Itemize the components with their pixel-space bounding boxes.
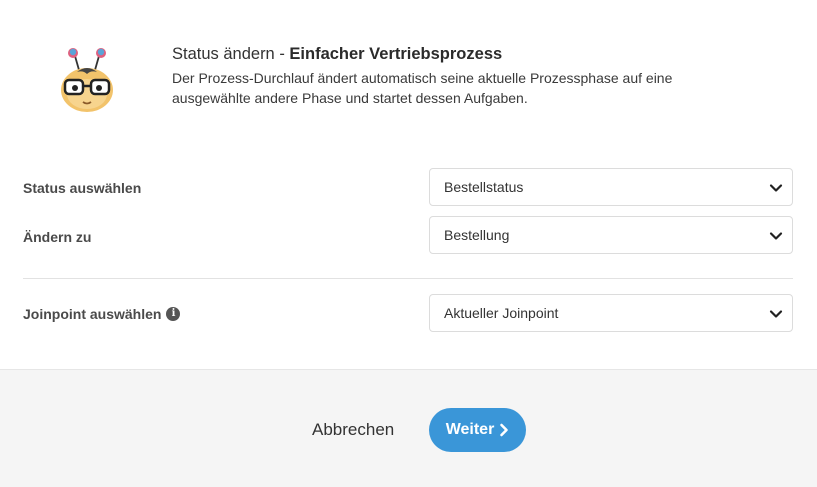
next-button[interactable]: Weiter: [429, 408, 526, 452]
dialog-header: Status ändern - Einfacher Vertriebsproze…: [0, 0, 817, 130]
status-select-label: Status auswählen: [23, 180, 142, 196]
chevron-down-icon: [769, 232, 783, 240]
status-select[interactable]: Bestellstatus: [429, 168, 793, 206]
title-prefix: Status ändern -: [172, 45, 290, 63]
change-status-dialog: Status ändern - Einfacher Vertriebsproze…: [0, 0, 817, 487]
joinpoint-label-text: Joinpoint auswählen: [23, 306, 162, 322]
joinpoint-select-value: Aktueller Joinpoint: [444, 305, 559, 321]
dialog-title: Status ändern - Einfacher Vertriebsproze…: [172, 45, 502, 64]
dialog-footer: Abbrechen Weiter: [0, 369, 817, 487]
dialog-description: Der Prozess-Durchlauf ändert automatisch…: [172, 70, 673, 106]
change-to-select-value: Bestellung: [444, 227, 510, 243]
next-button-label: Weiter: [445, 421, 495, 438]
info-icon[interactable]: i: [166, 307, 181, 321]
bee-mascot-icon: [61, 48, 113, 112]
status-select-value: Bestellstatus: [444, 179, 524, 195]
joinpoint-select[interactable]: Aktueller Joinpoint: [429, 294, 793, 332]
joinpoint-select-label: Joinpoint auswählen i: [23, 306, 181, 322]
cancel-button[interactable]: Abbrechen: [306, 412, 400, 448]
change-to-label: Ändern zu: [23, 229, 92, 245]
change-to-select[interactable]: Bestellung: [429, 216, 793, 254]
form-divider: [23, 278, 793, 279]
chevron-right-icon: [500, 423, 509, 437]
process-name: Einfacher Vertriebsprozess: [289, 45, 503, 63]
chevron-down-icon: [769, 184, 783, 192]
chevron-down-icon: [769, 310, 783, 318]
